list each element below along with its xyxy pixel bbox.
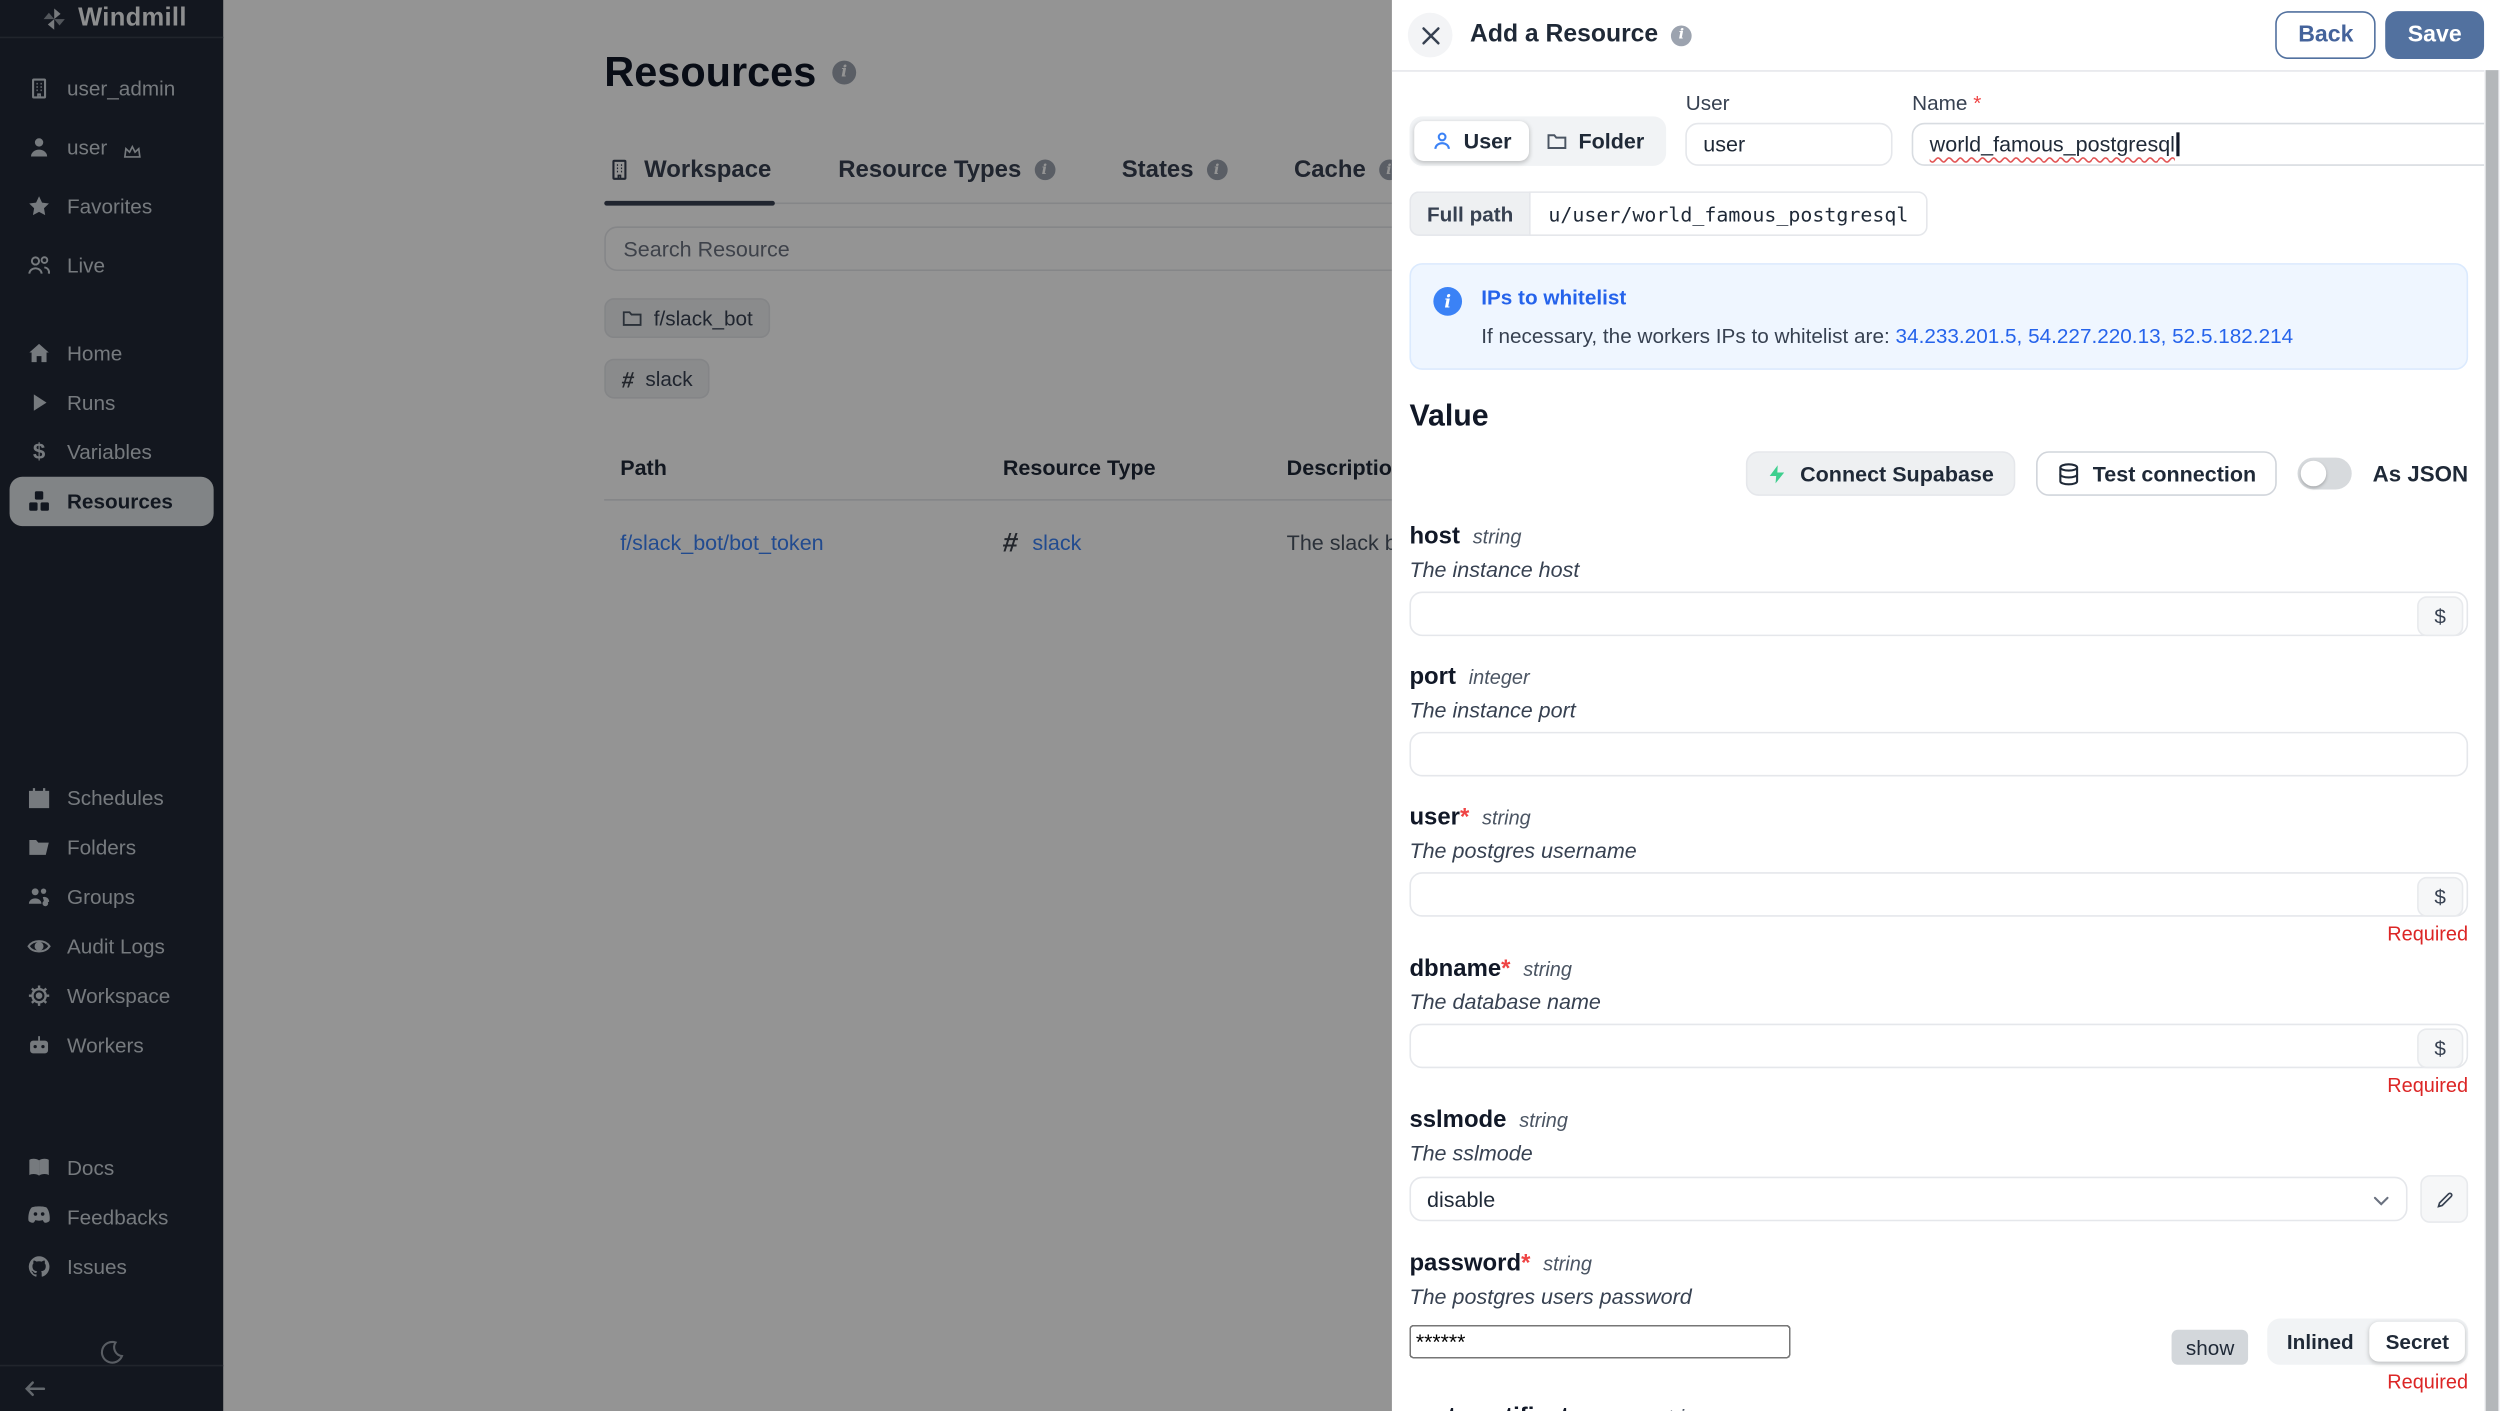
required-asterisk: * bbox=[1460, 804, 1469, 831]
full-path-value: u/user/world_famous_postgresql bbox=[1529, 191, 1927, 236]
ips-whitelist-infobox: i IPs to whitelist If necessary, the wor… bbox=[1409, 263, 2468, 370]
owner-user-field: User bbox=[1686, 91, 1893, 166]
save-button[interactable]: Save bbox=[2385, 11, 2484, 59]
owner-user-label: User bbox=[1464, 129, 1512, 153]
owner-row: User Folder User bbox=[1409, 91, 2468, 166]
user-field-label: User bbox=[1686, 91, 1893, 115]
field-type: string bbox=[1523, 958, 1572, 980]
drawer-title-row: Add a Resource i bbox=[1470, 21, 1692, 50]
windmill-app: Windmill user_admin bbox=[0, 0, 2500, 1411]
field-sslmode: sslmode string The sslmode disable bbox=[1409, 1107, 2468, 1223]
dbname-input[interactable] bbox=[1409, 1024, 2468, 1069]
field-password: password* string The postgres users pass… bbox=[1409, 1250, 2468, 1393]
supabase-bolt-icon bbox=[1767, 462, 1788, 486]
insert-variable-button[interactable]: $ bbox=[2417, 1028, 2463, 1068]
user-icon bbox=[1432, 131, 1453, 152]
full-path-label: Full path bbox=[1409, 191, 1529, 236]
name-value: world_famous_postgresql bbox=[1930, 132, 2175, 156]
name-field: Name * world_famous_postgresql bbox=[1912, 91, 2500, 166]
field-type: string bbox=[1473, 526, 1522, 548]
owner-kind-toggle: User Folder bbox=[1409, 116, 1666, 165]
required-asterisk: * bbox=[1501, 955, 1510, 982]
name-field-label: Name * bbox=[1912, 91, 2500, 115]
field-type: string bbox=[1657, 1406, 1706, 1411]
field-type: string bbox=[1543, 1253, 1592, 1275]
as-json-toggle[interactable] bbox=[2298, 458, 2352, 490]
database-icon bbox=[2056, 462, 2080, 486]
field-root-certificate-pem: root_certificate_pem string The root cer… bbox=[1409, 1403, 2468, 1411]
test-connection-button[interactable]: Test connection bbox=[2035, 451, 2277, 496]
drawer-body: User Folder User bbox=[1392, 72, 2500, 1411]
secret-option[interactable]: Secret bbox=[2370, 1322, 2465, 1362]
back-button[interactable]: Back bbox=[2276, 11, 2376, 59]
chevron-down-icon bbox=[2372, 1187, 2390, 1211]
value-section-heading: Value bbox=[1409, 400, 2468, 435]
required-asterisk: * bbox=[1521, 1250, 1530, 1277]
value-actions-row: Connect Supabase Test connection As JSON bbox=[1409, 451, 2468, 496]
field-port: port integer The instance port bbox=[1409, 663, 2468, 776]
password-storage-toggle: Inlined Secret bbox=[2268, 1319, 2468, 1365]
field-description: The database name bbox=[1409, 990, 2468, 1014]
field-name: port bbox=[1409, 663, 1456, 690]
field-type: string bbox=[1519, 1110, 1568, 1132]
drawer-header: Add a Resource i Back Save bbox=[1392, 0, 2500, 72]
info-icon: i bbox=[1433, 287, 1462, 316]
owner-folder-option[interactable]: Folder bbox=[1529, 121, 1662, 161]
field-name: password* bbox=[1409, 1250, 1530, 1277]
whitelist-ips: 34.233.201.5, 54.227.220.13, 52.5.182.21… bbox=[1896, 324, 2294, 348]
field-name: sslmode bbox=[1409, 1107, 1506, 1134]
inlined-option[interactable]: Inlined bbox=[2271, 1322, 2370, 1362]
field-description: The postgres username bbox=[1409, 839, 2468, 863]
host-input[interactable] bbox=[1409, 592, 2468, 637]
required-hint: Required bbox=[1409, 1075, 2468, 1097]
sslmode-select[interactable]: disable bbox=[1409, 1177, 2407, 1222]
field-name: user* bbox=[1409, 804, 1469, 831]
field-name: root_certificate_pem bbox=[1409, 1403, 1644, 1411]
insert-variable-button[interactable]: $ bbox=[2417, 876, 2463, 916]
field-type: integer bbox=[1469, 666, 1530, 688]
field-dbname: dbname* string The database name $ Requi… bbox=[1409, 955, 2468, 1097]
user-input[interactable] bbox=[1409, 872, 2468, 917]
field-user: user* string The postgres username $ Req… bbox=[1409, 804, 2468, 946]
field-name: dbname* bbox=[1409, 955, 1510, 982]
show-password-button[interactable]: show bbox=[2172, 1330, 2249, 1365]
connect-supabase-button[interactable]: Connect Supabase bbox=[1746, 451, 2015, 496]
owner-folder-label: Folder bbox=[1578, 129, 1644, 153]
field-description: The sslmode bbox=[1409, 1142, 2468, 1166]
owner-user-option[interactable]: User bbox=[1414, 121, 1529, 161]
full-path-badge: Full path u/user/world_famous_postgresql bbox=[1409, 191, 1927, 236]
field-description: The instance port bbox=[1409, 698, 2468, 722]
sslmode-selected-value: disable bbox=[1427, 1187, 1495, 1211]
owner-input[interactable] bbox=[1686, 123, 1893, 166]
text-caret bbox=[2177, 132, 2179, 156]
drawer-scrollbar[interactable] bbox=[2484, 70, 2500, 1411]
field-description: The postgres users password bbox=[1409, 1285, 2468, 1309]
as-json-label: As JSON bbox=[2373, 461, 2469, 487]
insert-variable-button[interactable]: $ bbox=[2417, 596, 2463, 636]
scrollbar-thumb[interactable] bbox=[2486, 70, 2499, 1411]
infobox-text: If necessary, the workers IPs to whiteli… bbox=[1481, 324, 2293, 348]
close-drawer-button[interactable] bbox=[1408, 13, 1453, 58]
field-description: The instance host bbox=[1409, 558, 2468, 582]
port-input[interactable] bbox=[1409, 732, 2468, 777]
edit-options-button[interactable] bbox=[2420, 1175, 2468, 1223]
field-type: string bbox=[1482, 807, 1531, 829]
required-asterisk: * bbox=[1973, 91, 1981, 115]
drawer-title: Add a Resource bbox=[1470, 21, 1658, 50]
info-icon: i bbox=[1671, 25, 1692, 46]
required-hint: Required bbox=[1409, 1371, 2468, 1393]
required-hint: Required bbox=[1409, 923, 2468, 945]
field-host: host string The instance host $ bbox=[1409, 523, 2468, 636]
field-name: host bbox=[1409, 523, 1459, 550]
add-resource-drawer: Add a Resource i Back Save bbox=[1392, 0, 2500, 1411]
infobox-title: IPs to whitelist bbox=[1481, 285, 2293, 309]
password-input[interactable] bbox=[1409, 1325, 1790, 1358]
folder-icon bbox=[1547, 131, 1568, 152]
name-input[interactable]: world_famous_postgresql bbox=[1912, 123, 2500, 166]
